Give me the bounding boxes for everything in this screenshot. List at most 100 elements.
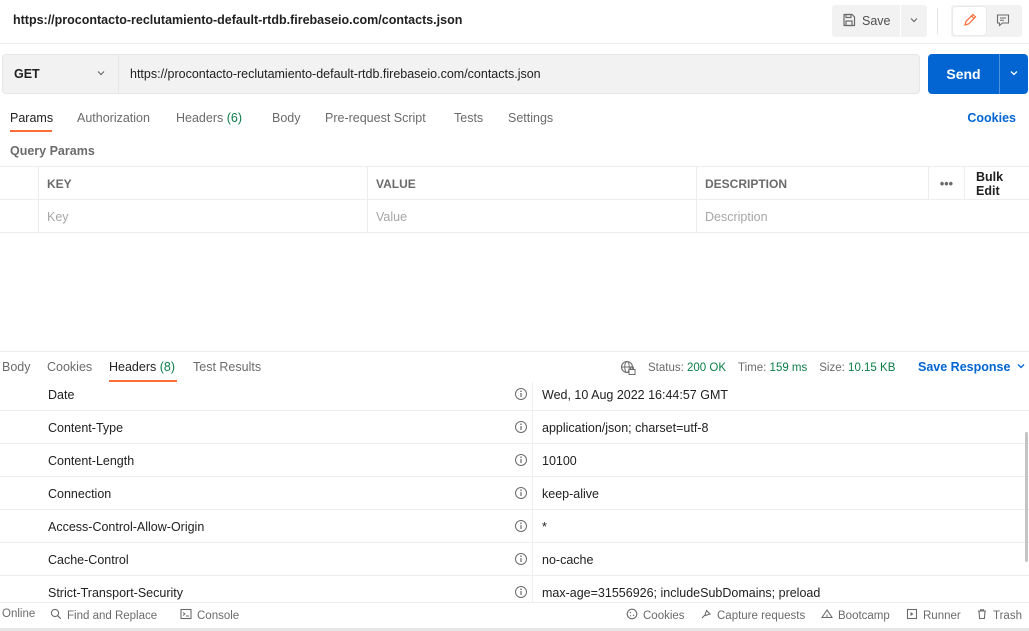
bootcamp-label: Bootcamp (838, 609, 890, 622)
request-header-bar: https://procontacto-reclutamiento-defaul… (0, 0, 1029, 44)
description-column-header: DESCRIPTION (696, 167, 928, 200)
globe-icon[interactable] (620, 360, 636, 376)
pencil-icon (963, 13, 977, 30)
status-bar: Online Find and Replace Console Cookies … (0, 602, 1029, 628)
header-value: max-age=31556926; includeSubDomains; pre… (532, 576, 820, 602)
capture-icon (700, 608, 712, 623)
response-tab-headers[interactable]: Headers (8) (109, 360, 175, 374)
find-replace-label: Find and Replace (67, 609, 158, 622)
save-response-button[interactable]: Save Response (918, 360, 1026, 374)
table-header-row: KEY VALUE DESCRIPTION ••• Bulk Edit (0, 167, 1029, 200)
tab-settings[interactable]: Settings (508, 111, 553, 125)
tab-headers-label: Headers (176, 111, 224, 125)
cookie-icon (626, 608, 638, 623)
comments-button[interactable] (986, 7, 1019, 35)
request-title[interactable]: https://procontacto-reclutamiento-defaul… (13, 13, 462, 27)
info-icon[interactable] (514, 486, 528, 500)
status-value[interactable]: 200 OK (687, 362, 726, 374)
time-value[interactable]: 159 ms (770, 362, 808, 374)
key-column-header: KEY (38, 167, 367, 200)
trash-icon (976, 608, 988, 623)
checkbox-column-header (0, 167, 38, 200)
tab-body[interactable]: Body (272, 111, 301, 125)
response-tab-test-results[interactable]: Test Results (193, 360, 261, 374)
table-row: Cache-Control no-cache (0, 543, 1029, 576)
table-row: Content-Length 10100 (0, 444, 1029, 477)
table-row: Date Wed, 10 Aug 2022 16:44:57 GMT (0, 382, 1029, 411)
table-row: Content-Type application/json; charset=u… (0, 411, 1029, 444)
size-label: Size: (819, 362, 845, 374)
info-icon[interactable] (514, 387, 528, 401)
header-key: Date (48, 387, 75, 402)
trash-button[interactable]: Trash (976, 608, 1022, 623)
divider (937, 8, 938, 34)
tab-headers-count: (6) (226, 111, 243, 125)
info-icon[interactable] (514, 585, 528, 599)
header-value: keep-alive (532, 477, 599, 510)
cookies-link[interactable]: Cookies (967, 111, 1016, 125)
active-tab-indicator (10, 130, 52, 132)
bootcamp-button[interactable]: Bootcamp (820, 608, 890, 623)
header-value: * (532, 510, 547, 543)
info-icon[interactable] (514, 519, 528, 533)
time-label: Time: (738, 362, 767, 374)
size-value[interactable]: 10.15 KB (848, 362, 895, 374)
key-input[interactable]: Key (38, 200, 367, 233)
save-options-button[interactable] (901, 5, 927, 37)
query-params-label: Query Params (10, 144, 95, 158)
chevron-down-icon (96, 67, 106, 81)
header-key: Access-Control-Allow-Origin (48, 519, 205, 534)
console-icon (180, 608, 192, 623)
tab-headers[interactable]: Headers (6) (176, 111, 242, 125)
response-tab-body[interactable]: Body (2, 360, 31, 374)
tab-tests[interactable]: Tests (454, 111, 483, 125)
value-input[interactable]: Value (367, 200, 696, 233)
runner-icon (906, 608, 918, 623)
footer-cookies-button[interactable]: Cookies (626, 608, 685, 623)
save-response-label: Save Response (918, 360, 1011, 374)
tab-params[interactable]: Params (10, 111, 53, 125)
method-label: GET (14, 67, 40, 81)
method-select[interactable]: GET (2, 54, 118, 94)
more-options-button[interactable]: ••• (928, 167, 964, 200)
chevron-down-icon (909, 14, 919, 28)
tab-pre-request-script[interactable]: Pre-request Script (325, 111, 426, 125)
header-value: application/json; charset=utf-8 (532, 411, 708, 444)
comment-icon (996, 13, 1010, 30)
edit-mode-button[interactable] (953, 7, 986, 35)
header-key: Content-Length (48, 453, 135, 468)
description-input[interactable]: Description (696, 200, 1029, 233)
send-button-group: Send (928, 54, 1028, 94)
response-tab-headers-label: Headers (109, 360, 157, 374)
response-tab-cookies[interactable]: Cookies (47, 360, 92, 374)
table-row: Access-Control-Allow-Origin * (0, 510, 1029, 543)
url-input[interactable]: https://procontacto-reclutamiento-defaul… (118, 54, 920, 94)
mode-toggle (951, 5, 1022, 37)
table-row: Connection keep-alive (0, 477, 1029, 510)
online-status[interactable]: Online (2, 608, 35, 620)
header-key: Strict-Transport-Security (48, 585, 183, 600)
bulk-edit-button[interactable]: Bulk Edit (964, 167, 1029, 200)
response-meta: Status: 200 OK Time: 159 ms Size: 10.15 … (620, 360, 895, 376)
trash-label: Trash (993, 609, 1022, 622)
capture-requests-button[interactable]: Capture requests (700, 608, 805, 623)
send-button[interactable]: Send (928, 54, 1000, 94)
console-label: Console (197, 609, 240, 622)
console-button[interactable]: Console (180, 608, 239, 623)
footer-cookies-label: Cookies (643, 609, 685, 622)
info-icon[interactable] (514, 453, 528, 467)
header-key: Content-Type (48, 420, 124, 435)
info-icon[interactable] (514, 420, 528, 434)
save-button[interactable]: Save (832, 5, 901, 37)
scrollbar[interactable] (1025, 432, 1028, 562)
find-replace-button[interactable]: Find and Replace (50, 608, 157, 623)
response-tab-headers-count: (8) (159, 360, 176, 374)
send-options-button[interactable] (1000, 54, 1028, 94)
value-column-header: VALUE (367, 167, 696, 200)
capture-label: Capture requests (717, 609, 806, 622)
info-icon[interactable] (514, 552, 528, 566)
save-label: Save (862, 14, 891, 28)
tab-authorization[interactable]: Authorization (77, 111, 150, 125)
header-key: Cache-Control (48, 552, 129, 567)
runner-button[interactable]: Runner (906, 608, 961, 623)
